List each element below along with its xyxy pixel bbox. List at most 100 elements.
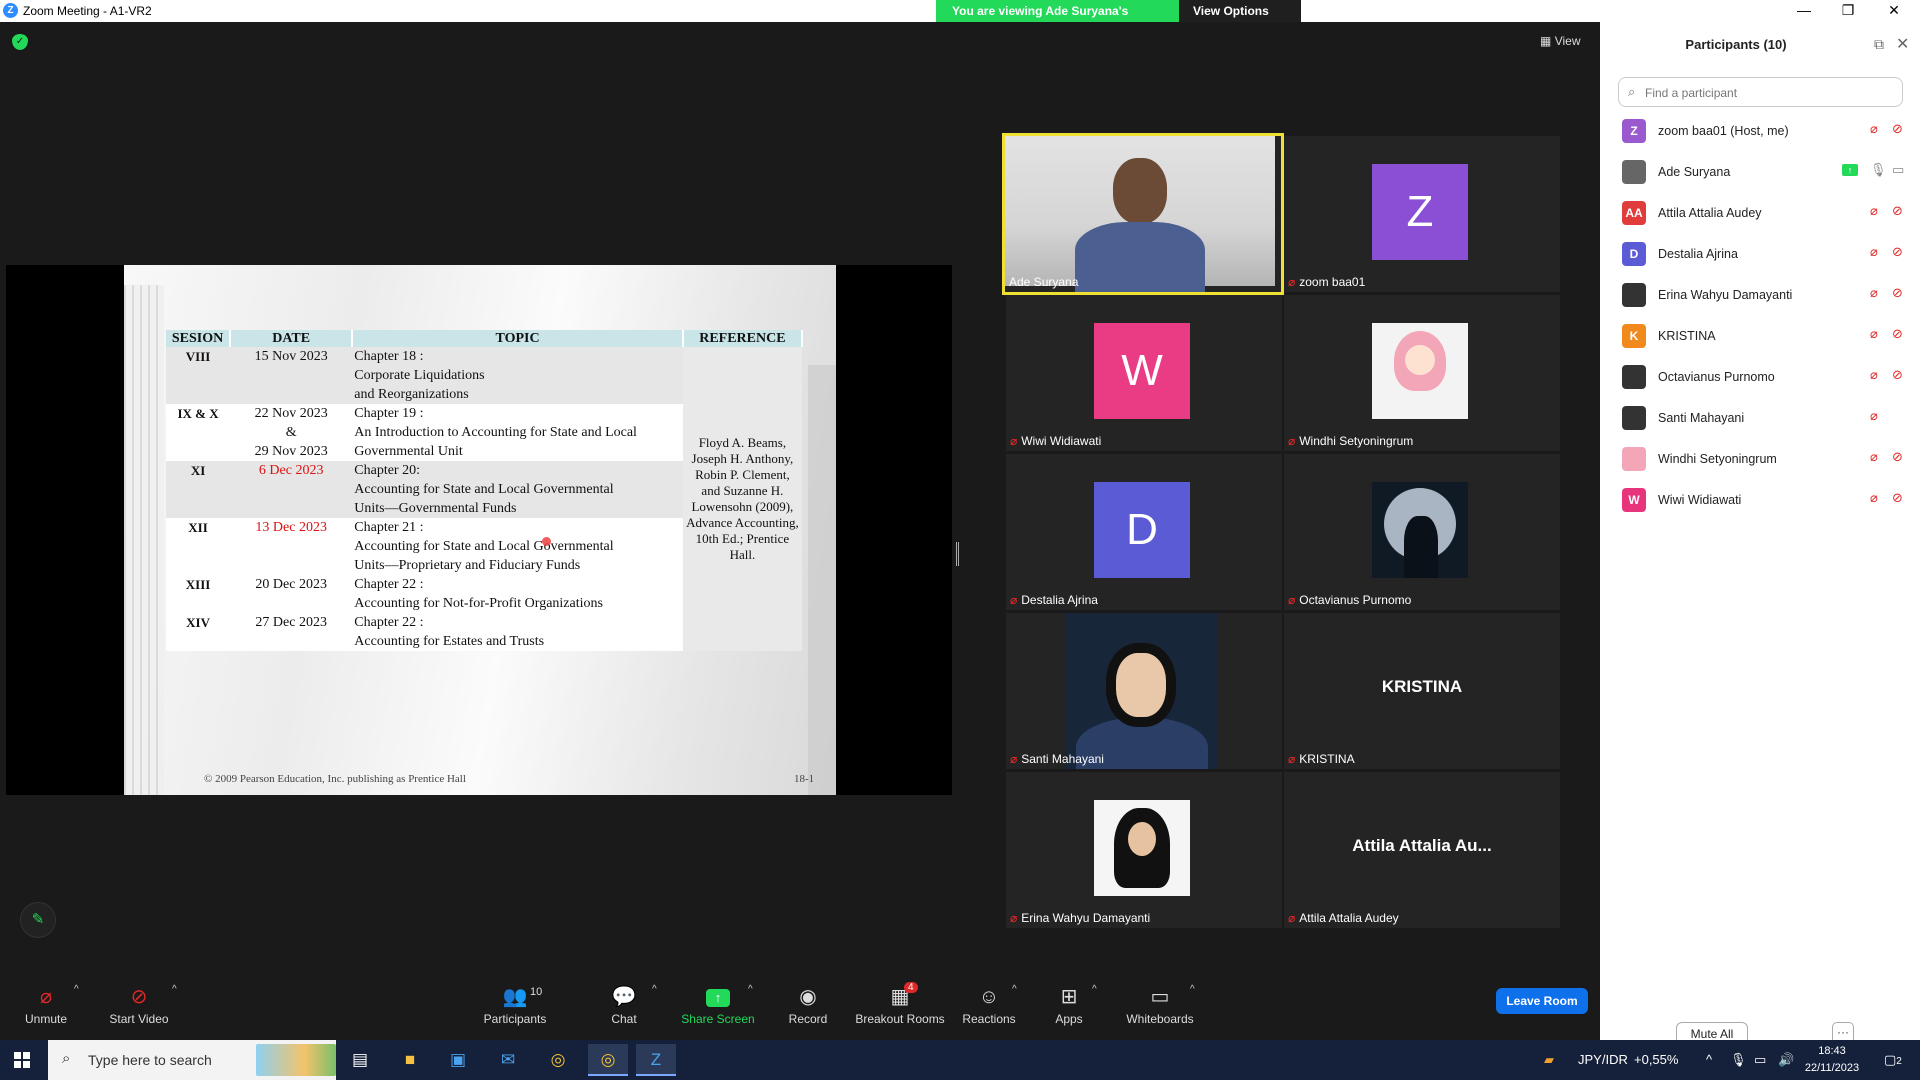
zoom-taskbar-icon[interactable]: Z [636,1044,676,1076]
building-decoration [808,365,836,795]
video-off-icon[interactable]: ⊘ [1892,244,1903,260]
muted-mic-icon[interactable]: ⌀ [1870,449,1878,465]
video-tile[interactable]: ⌀ Erina Wahyu Damayanti [1006,772,1282,928]
start-video-button[interactable]: ⊘ Start Video [104,978,174,1040]
participant-row[interactable]: W Wiwi Widiawati ⌀ ⊘ [1622,486,1903,514]
close-icon[interactable]: ✕ [1874,2,1914,19]
close-panel-icon[interactable]: ✕ [1896,34,1909,54]
apps-button[interactable]: ⊞ Apps [1052,978,1086,1040]
popout-icon[interactable]: ⧉ [1874,36,1884,53]
video-off-icon[interactable]: ⊘ [1892,285,1903,301]
participant-row[interactable]: K KRISTINA ⌀ ⊘ [1622,322,1903,350]
session-cell: VIII [166,347,231,404]
annotate-pencil-icon[interactable]: ✎ [20,902,56,938]
participant-row[interactable]: Santi Mahayani ⌀ [1622,404,1902,432]
video-tile[interactable]: D ⌀ Destalia Ajrina [1006,454,1282,610]
mic-icon[interactable]: 🎙 [1870,162,1887,178]
chat-options-caret[interactable]: ^ [652,978,664,1040]
participant-avatar: D [1622,242,1646,266]
ticker-label[interactable]: JPY/IDR [1578,1040,1628,1080]
video-tile[interactable]: ⌀ Santi Mahayani [1006,613,1282,769]
muted-mic-icon[interactable]: ⌀ [1870,367,1878,383]
split-handle[interactable] [956,542,959,566]
participant-row[interactable]: Ade Suryana 🎙 ▭ ↑ [1622,158,1904,186]
participant-row[interactable]: Octavianus Purnomo ⌀ ⊘ [1622,363,1903,391]
video-tile[interactable]: Attila Attalia Au... ⌀ Attila Attalia Aud… [1284,772,1560,928]
muted-mic-icon[interactable]: ⌀ [1870,408,1878,424]
windows-taskbar: ⌕ Type here to search ▤ ■ ▣ ✉ ◎ ◎ Z ▰ JP… [0,1040,1920,1080]
video-tile[interactable]: Ade Suryana [1002,133,1284,295]
video-off-icon[interactable]: ⊘ [1892,449,1903,465]
whiteboards-button[interactable]: ▭ Whiteboards [1124,978,1196,1040]
leave-room-button[interactable]: Leave Room [1496,988,1588,1014]
store-icon[interactable]: ▣ [438,1044,478,1076]
video-off-icon[interactable]: ⊘ [1892,490,1903,506]
clock[interactable]: 18:43 22/11/2023 [1802,1043,1862,1077]
video-off-icon[interactable]: ⊘ [1892,121,1903,137]
shared-screen[interactable]: SESION DATE TOPIC REFERENCE VIII 15 Nov 2… [6,265,952,795]
participant-search-input[interactable]: ⌕ Find a participant [1618,77,1903,107]
record-button[interactable]: ◉ Record [784,978,832,1040]
table-header: DATE [230,330,354,347]
video-tile[interactable]: Z ⌀ zoom baa01 [1284,136,1560,292]
date-cell: 15 Nov 2023 [230,347,353,404]
breakout-rooms-button[interactable]: ▦ Breakout Rooms 4 [852,978,948,1040]
participants-button[interactable]: 👥 Participants 10 [480,978,550,1040]
video-tile[interactable]: ⌀ Windhi Setyoningrum [1284,295,1560,451]
share-options-caret[interactable]: ^ [748,978,760,1040]
muted-mic-icon[interactable]: ⌀ [1870,490,1878,506]
volume-icon[interactable]: 🔊 [1778,1040,1794,1080]
video-options-caret[interactable]: ^ [172,978,184,1040]
participant-avatar [1622,283,1646,307]
reactions-options-caret[interactable]: ^ [1012,978,1024,1040]
view-options-button[interactable]: View Options ⌄ [1179,0,1301,32]
view-button[interactable]: ▦ View [1540,34,1580,48]
muted-mic-icon[interactable]: ⌀ [1870,203,1878,219]
share-screen-button[interactable]: ↑ Share Screen [680,978,756,1040]
video-tile[interactable]: W ⌀ Wiwi Widiawati [1006,295,1282,451]
video-icon[interactable]: ▭ [1892,162,1904,178]
whiteboard-options-caret[interactable]: ^ [1190,978,1202,1040]
tray-expand-icon[interactable]: ^ [1706,1040,1712,1080]
encryption-shield-icon[interactable]: ✓ [12,34,28,50]
meeting-toolbar: ⌀ Unmute ^ ⊘ Start Video ^ 👥 Participant… [0,978,1600,1040]
mail-icon[interactable]: ✉ [488,1044,528,1076]
apps-options-caret[interactable]: ^ [1092,978,1104,1040]
audio-options-caret[interactable]: ^ [74,978,86,1040]
unmute-button[interactable]: ⌀ Unmute [20,978,72,1040]
video-tile[interactable]: KRISTINA ⌀ KRISTINA [1284,613,1560,769]
video-tile[interactable]: ⌀ Octavianus Purnomo [1284,454,1560,610]
table-header: REFERENCE [682,330,804,347]
participant-row[interactable]: Erina Wahyu Damayanti ⌀ ⊘ [1622,281,1903,309]
notification-icon[interactable]: ▢2 [1884,1040,1902,1080]
chrome-profile-icon[interactable]: ◎ [588,1044,628,1076]
video-off-icon[interactable]: ⊘ [1892,203,1903,219]
windows-start-icon[interactable] [14,1052,30,1068]
participants-count: 10 [530,986,543,998]
task-view-icon[interactable]: ▤ [340,1044,380,1076]
participant-row[interactable]: Windhi Setyoningrum ⌀ ⊘ [1622,445,1903,473]
participant-row[interactable]: Zzoom baa01 (Host, me) ⌀ ⊘ [1622,117,1903,145]
restore-icon[interactable]: ❐ [1828,2,1868,19]
video-off-icon[interactable]: ⊘ [1892,326,1903,342]
reactions-button[interactable]: ☺ Reactions [960,978,1018,1040]
chrome-icon[interactable]: ◎ [538,1044,578,1076]
participant-row[interactable]: AA Attila Attalia Audey ⌀ ⊘ [1622,199,1903,227]
title-bar: Z Zoom Meeting - A1-VR2 You are viewing … [0,0,1920,32]
muted-mic-icon: ⌀ [1288,434,1296,448]
taskbar-search-input[interactable]: ⌕ Type here to search [48,1040,336,1080]
participant-row[interactable]: D Destalia Ajrina ⌀ ⊘ [1622,240,1903,268]
chat-button[interactable]: 💬 Chat [606,978,642,1040]
muted-mic-icon[interactable]: ⌀ [1870,121,1878,137]
video-off-icon[interactable]: ⊘ [1892,367,1903,383]
network-icon[interactable]: ▭ [1754,1040,1766,1080]
file-explorer-icon[interactable]: ■ [390,1044,430,1076]
session-cell: XII [166,518,231,575]
minimize-icon[interactable]: — [1784,2,1824,18]
microphone-icon[interactable]: 🎙 [1730,1040,1747,1080]
video-off-icon: ⊘ [130,986,148,1008]
muted-mic-icon[interactable]: ⌀ [1870,285,1878,301]
muted-mic-icon[interactable]: ⌀ [1870,244,1878,260]
muted-mic-icon[interactable]: ⌀ [1870,326,1878,342]
date-cell: 22 Nov 2023 & 29 Nov 2023 [230,404,353,461]
